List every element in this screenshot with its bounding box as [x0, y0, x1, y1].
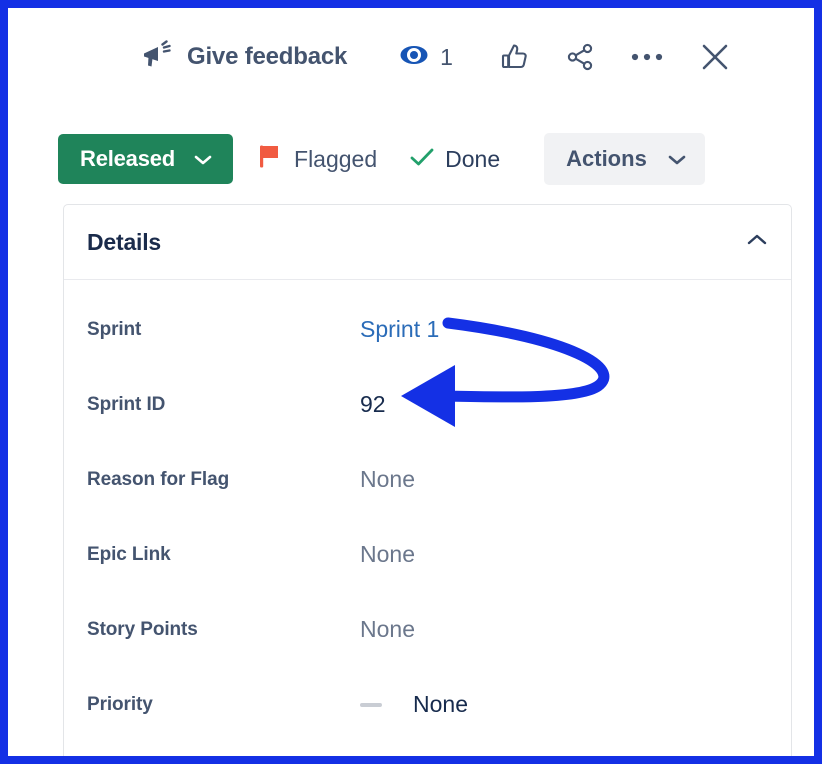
close-button[interactable]	[699, 41, 731, 73]
details-title: Details	[87, 228, 162, 255]
field-row-sprint: Sprint Sprint 1	[64, 292, 791, 367]
views-counter[interactable]: 1	[399, 40, 453, 75]
field-value-reason-for-flag: None	[360, 466, 415, 492]
thumbs-up-button[interactable]	[499, 42, 529, 72]
flagged-indicator[interactable]: Flagged	[258, 143, 377, 176]
field-label: Reason for Flag	[87, 468, 230, 490]
field-label: Sprint ID	[87, 393, 166, 415]
field-label: Sprint	[87, 318, 142, 340]
give-feedback-button[interactable]: Give feedback	[140, 39, 348, 75]
more-options-button[interactable]	[631, 51, 663, 63]
highlighted-window-frame: Give feedback 1 Released Flagged Done Ac…	[0, 0, 822, 764]
done-indicator[interactable]: Done	[409, 145, 500, 174]
views-count-label: 1	[440, 43, 453, 70]
status-toolbar: Released Flagged Done Actions	[58, 127, 794, 191]
field-row-sprint-id: Sprint ID 92	[64, 367, 791, 442]
details-field-list: Sprint Sprint 1 Sprint ID 92 Reason for …	[64, 280, 791, 756]
field-value-sprint-id: 92	[360, 391, 386, 417]
field-row-priority: Priority None	[64, 667, 791, 742]
field-row-story-points: Story Points None	[64, 592, 791, 667]
eye-icon	[399, 40, 429, 75]
field-label: Story Points	[87, 618, 198, 640]
chevron-up-icon[interactable]	[745, 232, 769, 252]
check-icon	[409, 145, 435, 174]
issue-detail-panel: Give feedback 1 Released Flagged Done Ac…	[8, 8, 814, 756]
field-row-assignee: Assignee Anonymous Buddy B	[64, 742, 791, 756]
actions-label: Actions	[566, 146, 647, 171]
field-value-priority: None	[360, 691, 468, 718]
panel-header: Give feedback 1	[8, 26, 814, 88]
status-dropdown-released[interactable]: Released	[58, 134, 234, 184]
actions-dropdown-button[interactable]: Actions	[544, 133, 705, 185]
chevron-down-icon	[193, 146, 213, 172]
share-button[interactable]	[565, 42, 595, 72]
details-header-toggle[interactable]: Details	[64, 205, 791, 280]
priority-none-icon	[360, 702, 382, 707]
field-row-reason-for-flag: Reason for Flag None	[64, 442, 791, 517]
details-card: Details Sprint Sprint 1 Sprint ID 92 Rea…	[63, 204, 792, 756]
field-row-epic-link: Epic Link None	[64, 517, 791, 592]
done-label: Done	[445, 145, 501, 172]
status-label: Released	[80, 146, 176, 171]
flag-icon	[258, 143, 282, 176]
field-value-sprint-link[interactable]: Sprint 1	[360, 316, 439, 343]
field-value-epic-link: None	[360, 541, 415, 567]
field-label: Priority	[87, 693, 153, 715]
megaphone-icon	[140, 39, 174, 75]
priority-value-label: None	[413, 691, 468, 717]
chevron-down-icon	[667, 146, 687, 172]
field-label: Epic Link	[87, 543, 171, 565]
flagged-label: Flagged	[294, 145, 378, 172]
field-value-story-points: None	[360, 616, 415, 642]
give-feedback-label: Give feedback	[187, 43, 348, 70]
